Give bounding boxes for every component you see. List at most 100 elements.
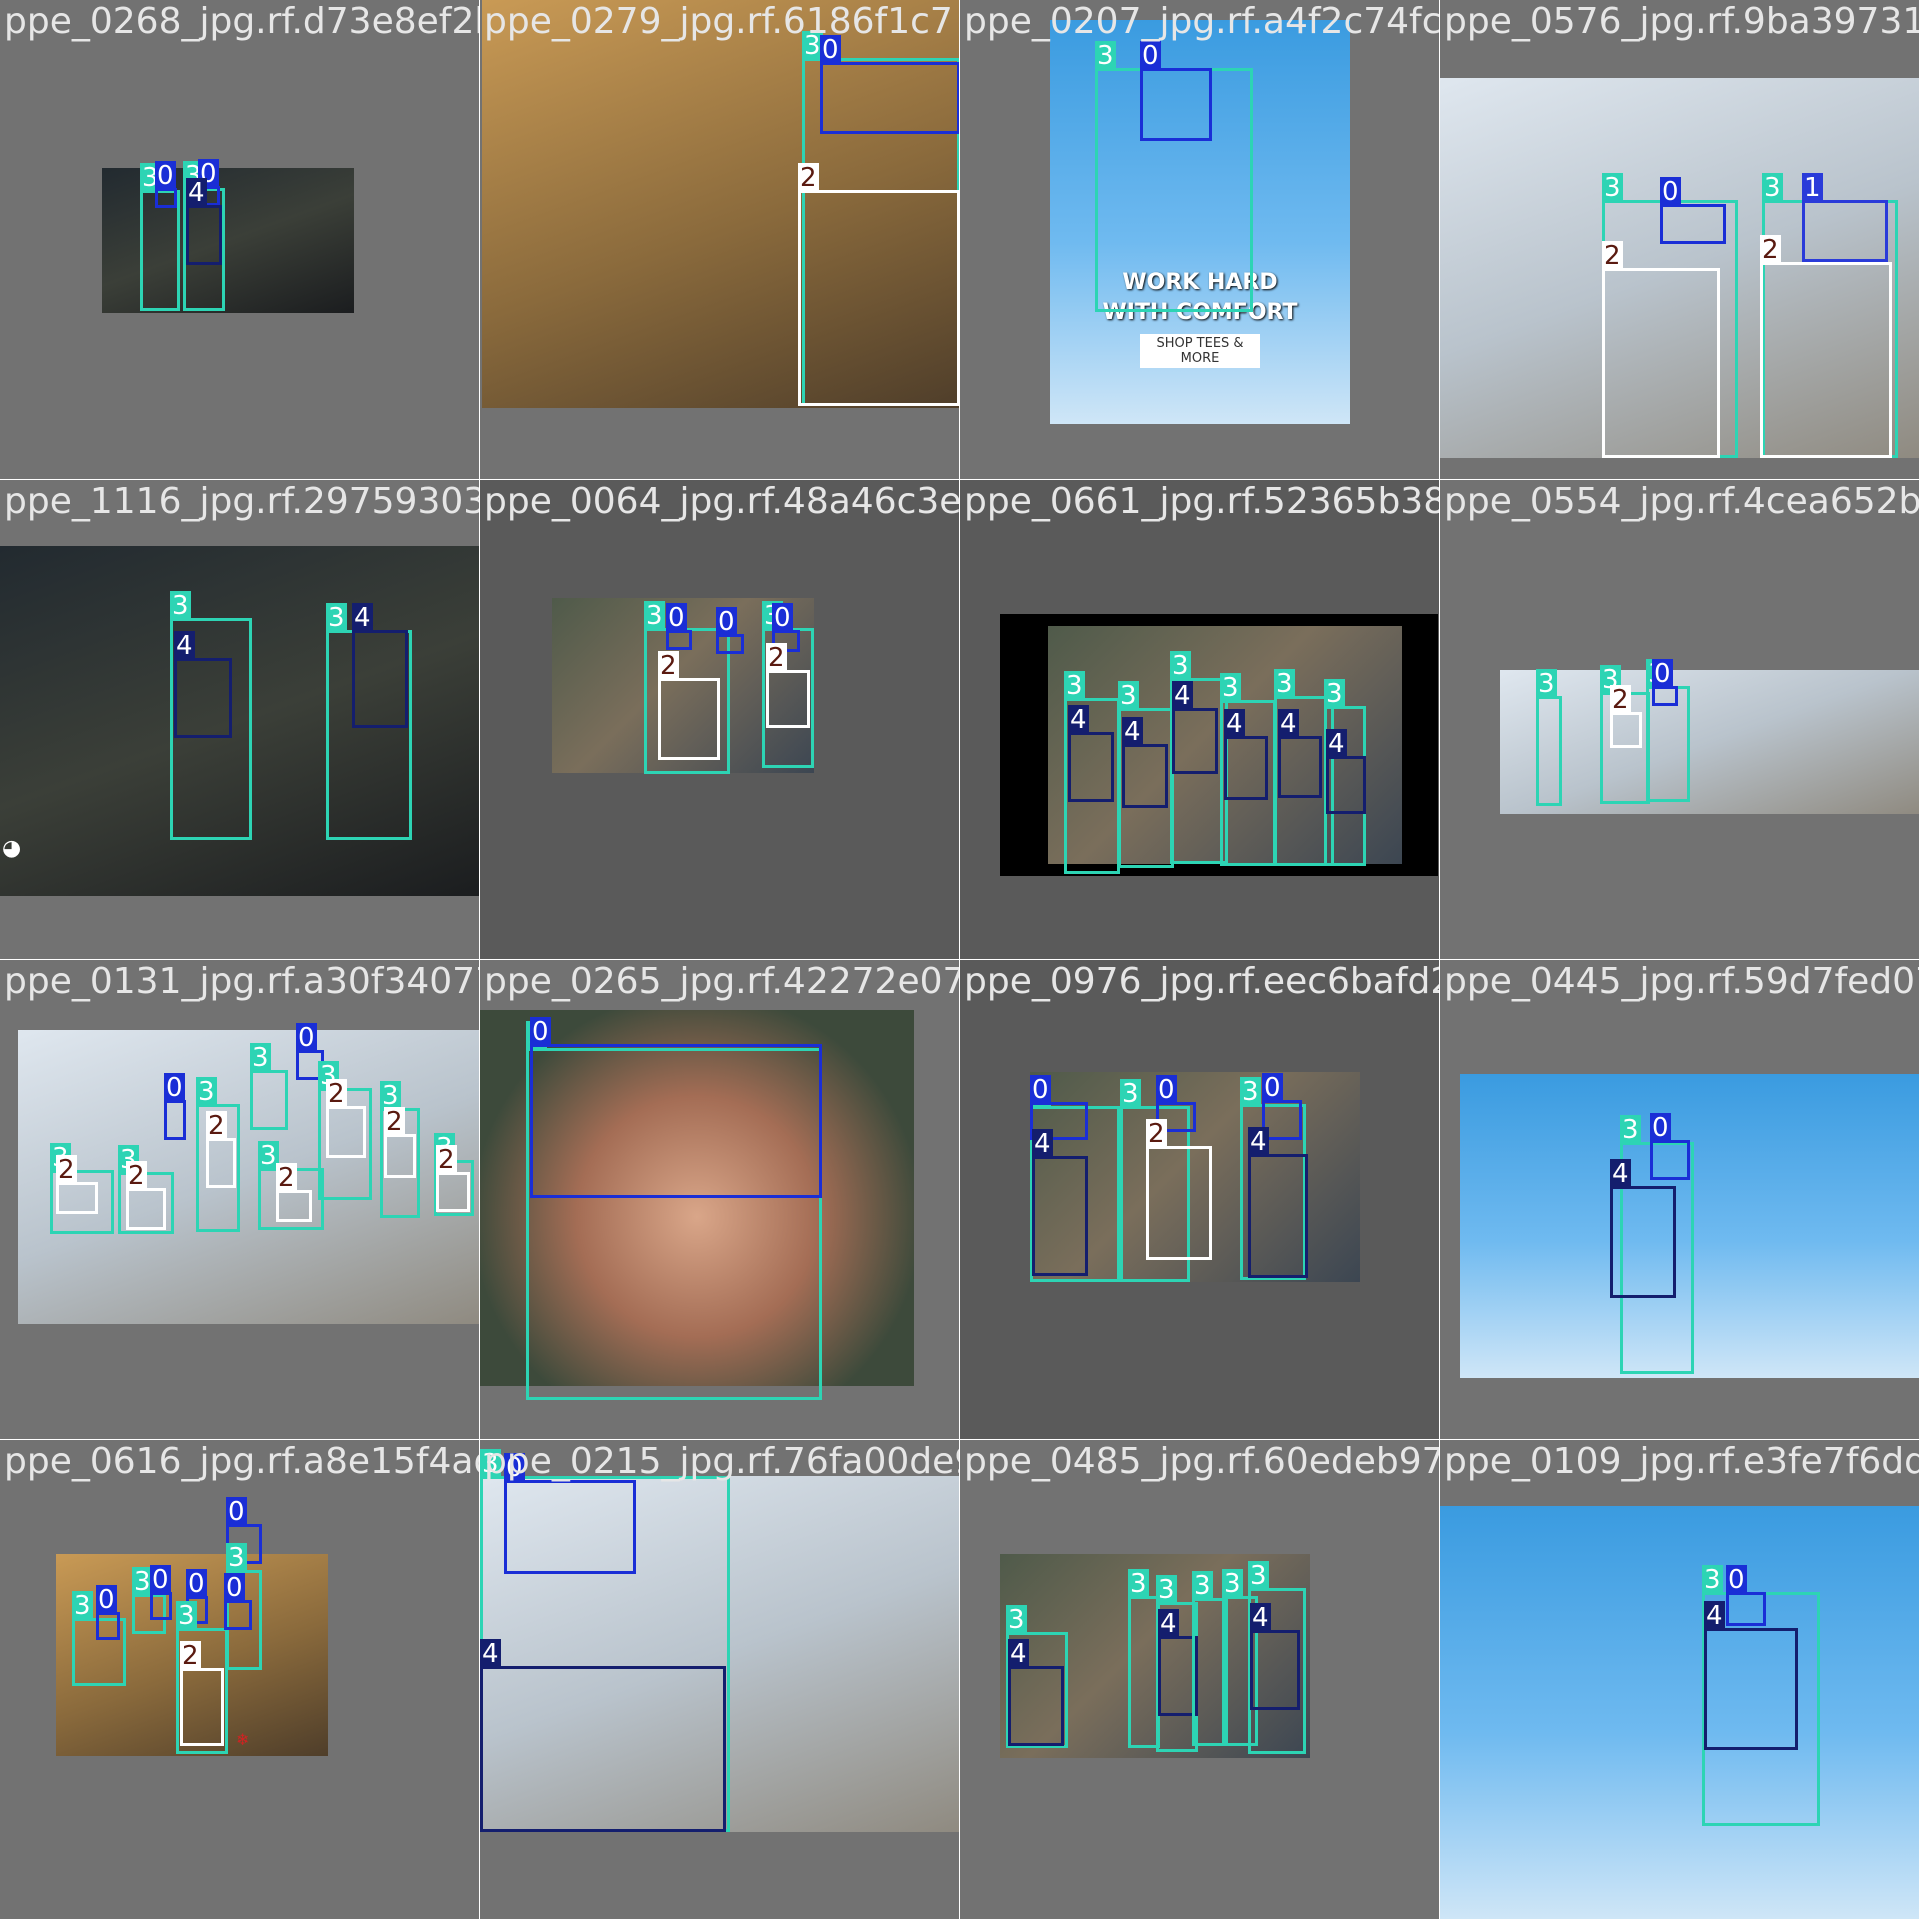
box-label: 3 <box>250 1043 271 1073</box>
tile-filename: ppe_0576_jpg.rf.9ba397314 <box>1444 1 1920 42</box>
box-class-0: 0 <box>155 161 177 208</box>
box-label: 2 <box>1602 241 1623 271</box>
box-label: 2 <box>326 1079 347 1109</box>
box-label: 0 <box>296 1023 317 1053</box>
box-class-2: 2 <box>326 1079 366 1158</box>
box-class-4: 4 <box>480 1639 726 1832</box>
box-label: 0 <box>1030 1075 1051 1105</box>
mosaic-tile: ppe_0279_jpg.rf.6186f1c7 3 0 2 <box>480 0 960 480</box>
box-label: 4 <box>1224 709 1245 739</box>
box-class-2: 2 <box>436 1145 470 1212</box>
box-label: 2 <box>276 1163 297 1193</box>
box-label: 4 <box>1248 1127 1269 1157</box>
box-label: 4 <box>1008 1639 1029 1669</box>
box-class-4: 4 <box>1278 709 1322 798</box>
box-class-3: 3 <box>1536 669 1562 806</box>
box-label: 4 <box>1278 709 1299 739</box>
box-class-2: 2 <box>1602 241 1720 458</box>
tile-filename: ppe_0661_jpg.rf.52365b38a <box>964 481 1440 522</box>
box-label: 2 <box>658 651 679 681</box>
box-class-4: 4 <box>1704 1601 1798 1750</box>
box-label: 3 <box>1620 1115 1641 1145</box>
tile-filename: ppe_0485_jpg.rf.60edeb978 <box>964 1441 1440 1482</box>
box-label: 0 <box>150 1565 171 1595</box>
box-label: 0 <box>224 1573 245 1603</box>
box-class-4: 4 <box>1068 705 1114 802</box>
box-label: 4 <box>1172 681 1193 711</box>
box-label: 4 <box>480 1639 501 1669</box>
box-label: 0 <box>772 603 793 633</box>
box-class-0: 0 <box>820 35 959 134</box>
box-label: 3 <box>1192 1571 1213 1601</box>
mosaic-tile: ppe_0131_jpg.rf.a30f34077 3 2 3 2 0 3 2 … <box>0 960 480 1440</box>
box-class-0: 0 <box>96 1585 120 1640</box>
box-class-0: 0 <box>1140 41 1212 141</box>
box-class-3: 3 <box>250 1043 288 1130</box>
box-label: 4 <box>1158 1609 1179 1639</box>
overlay-shop: SHOP TEES & MORE <box>1140 334 1260 368</box>
box-class-4: 4 <box>1122 717 1168 808</box>
box-label: 0 <box>1262 1073 1283 1103</box>
mosaic-tile: ppe_0616_jpg.rf.a8e15f4adb 3 0 3 0 0 3 2… <box>0 1440 480 1920</box>
mosaic-tile: ppe_0268_jpg.rf.d73e8ef2bc 3 3 0 0 4 <box>0 0 480 480</box>
box-label: 2 <box>126 1161 147 1191</box>
box-class-0: 0 <box>150 1565 172 1620</box>
box-label: 0 <box>1140 41 1161 71</box>
box-label: 0 <box>226 1497 247 1527</box>
box-label: 0 <box>1726 1565 1747 1595</box>
box-class-2: 2 <box>1760 235 1892 458</box>
box-class-2: 2 <box>766 643 810 728</box>
box-class-0: 0 <box>224 1573 252 1630</box>
box-class-4: 4 <box>1610 1159 1676 1298</box>
box-class-0: 0 <box>1660 177 1726 244</box>
box-class-2: 2 <box>384 1107 416 1178</box>
box-label: 3 <box>1274 669 1295 699</box>
box-label: 2 <box>1146 1119 1167 1149</box>
box-class-0: 0 <box>666 603 692 650</box>
box-label: 0 <box>96 1585 117 1615</box>
mosaic-grid: ppe_0268_jpg.rf.d73e8ef2bc 3 3 0 0 4 ppe… <box>0 0 1920 1920</box>
tile-filename: ppe_0976_jpg.rf.eec6bafd2 <box>964 961 1440 1002</box>
mosaic-tile: ppe_0215_jpg.rf.76fa00de9 3 0 4 <box>480 1440 960 1920</box>
box-class-2: 2 <box>276 1163 312 1222</box>
tile-filename: ppe_0616_jpg.rf.a8e15f4adb <box>4 1441 480 1482</box>
box-label: 0 <box>164 1073 185 1103</box>
mosaic-tile: ppe_0976_jpg.rf.eec6bafd2 3 0 4 3 0 2 3 … <box>960 960 1440 1440</box>
box-label: 4 <box>1122 717 1143 747</box>
box-label: 3 <box>644 601 665 631</box>
box-class-2: 2 <box>1610 685 1642 748</box>
box-label: 3 <box>170 591 191 621</box>
tile-filename: ppe_0279_jpg.rf.6186f1c7 <box>484 1 953 42</box>
mosaic-tile: ppe_0265_jpg.rf.42272e07e 3 0 <box>480 960 960 1440</box>
tile-filename: ppe_0268_jpg.rf.d73e8ef2bc <box>4 1 480 42</box>
box-label: 2 <box>206 1111 227 1141</box>
box-class-3: 3 <box>140 163 180 311</box>
box-class-0: 0 <box>530 1017 822 1198</box>
tile-filename: ppe_0207_jpg.rf.a4f2c74fc29 <box>964 1 1440 42</box>
box-label: 3 <box>1118 681 1139 711</box>
box-class-2: 2 <box>798 163 959 406</box>
box-label: 2 <box>180 1641 201 1671</box>
box-label: 4 <box>1068 705 1089 735</box>
box-label: 4 <box>174 631 195 661</box>
box-class-4: 4 <box>186 178 222 265</box>
box-class-0: 0 <box>504 1453 636 1574</box>
box-label: 3 <box>1248 1561 1269 1591</box>
box-label: 3 <box>72 1591 93 1621</box>
box-class-4: 4 <box>1172 681 1218 774</box>
box-class-0: 0 <box>1652 659 1678 706</box>
box-label: 3 <box>1006 1605 1027 1635</box>
mosaic-tile: ppe_0576_jpg.rf.9ba397314 3 0 2 3 1 2 <box>1440 0 1920 480</box>
box-label: 3 <box>1170 651 1191 681</box>
box-class-4: 4 <box>1326 729 1366 814</box>
box-class-0: 0 <box>716 607 744 654</box>
box-label: 3 <box>1222 1569 1243 1599</box>
tile-filename: ppe_1116_jpg.rf.297593035 <box>4 481 480 522</box>
watermark-logo: ❄ <box>236 1730 250 1749</box>
box-label: 0 <box>530 1017 551 1047</box>
box-label: 0 <box>1652 659 1673 689</box>
box-label: 3 <box>1220 673 1241 703</box>
box-label: 3 <box>1536 669 1557 699</box>
box-label: 4 <box>186 178 207 208</box>
photo <box>1500 670 1919 814</box>
